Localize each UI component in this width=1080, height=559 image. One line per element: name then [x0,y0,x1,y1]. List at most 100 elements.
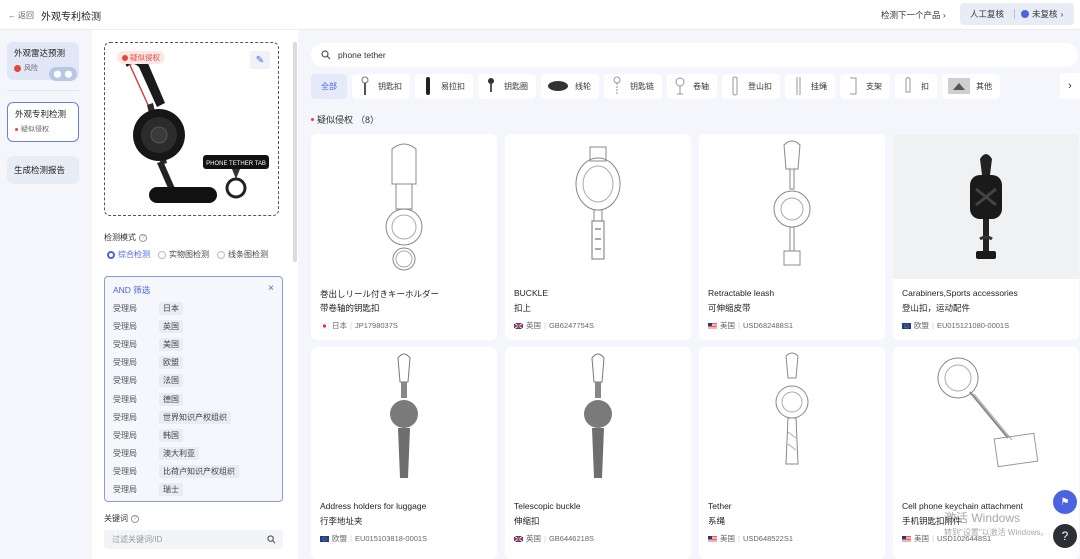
filter-row[interactable]: 受理局 韩国 [113,426,278,444]
filter-row[interactable]: 受理局 澳大利亚 [113,445,278,463]
risk-label: 风险 [24,65,38,72]
card-meta: 美国 | USD682488S1 [708,320,793,331]
category-tab[interactable]: 支架 [840,73,890,99]
radio-comprehensive[interactable]: 综合检测 [107,249,150,260]
category-label: 挂绳 [811,81,827,91]
category-label: 卷轴 [693,81,709,91]
watermark-line2: 转到"设置"以激活 Windows。 [944,528,1049,537]
category-label: 支架 [866,81,882,91]
radar-toggle[interactable]: ⬤ ⬤ [49,67,77,81]
keyword-input[interactable]: 过滤关键词/ID [104,530,283,549]
filter-row[interactable]: 受理局 欧盟 [113,354,278,372]
feedback-button[interactable]: ⚑ [1053,490,1077,514]
help-button[interactable]: ? [1053,524,1077,548]
category-label: 钥匙链 [630,81,654,91]
product-preview[interactable]: PHONE TETHER TAB 疑似侵权 ✎ [104,42,279,216]
category-tab[interactable]: 卷轴 [667,73,717,99]
category-tab[interactable]: 全部 [311,73,347,99]
card-meta: 日本 | JP1798037S [320,320,398,331]
review-status-dropdown[interactable]: 未复核 › [1015,8,1063,20]
divider: | [932,534,934,543]
category-label: 其他 [976,81,992,91]
help-icon[interactable]: ? [131,514,139,523]
suspect-badge: 疑似侵权 [117,51,165,64]
section-count: （8） [356,115,380,125]
result-card[interactable]: Carabiners,Sports accessories 登山扣，运动配件 欧… [893,134,1079,340]
magic-wand-button[interactable]: ✎ [250,51,270,69]
japan-flag-icon [320,322,329,329]
chevron-right-icon: › [1068,80,1072,92]
radio-unchecked-icon [158,250,166,259]
risk-dot-icon [14,64,21,72]
filter-row[interactable]: 受理局 瑞士 [113,481,278,499]
divider: | [350,534,352,543]
filter-row[interactable]: 受理局 美国 [113,335,278,353]
category-tab[interactable]: 挂绳 [785,73,835,99]
detect-mode-text: 检测模式 [104,233,136,242]
filter-row[interactable]: 受理局 英国 [113,317,278,335]
result-card[interactable]: Address holders for luggage 行李地址夹 欧盟 | EU… [311,347,497,559]
result-card[interactable]: Retractable leash 可伸缩皮带 美国 | USD682488S1 [699,134,885,340]
search-icon[interactable] [267,535,276,544]
filter-value: 韩国 [159,428,183,442]
card-patent-id: USD682488S1 [742,321,793,330]
radio-line-drawing[interactable]: 线条图检测 [217,249,268,260]
category-tab[interactable]: 扣 [895,73,937,99]
category-tab[interactable]: 登山扣 [722,73,780,99]
card-patent-id: GB6446218S [548,534,594,543]
category-tab[interactable]: 钥匙扣 [352,73,410,99]
patent-drawing [699,347,885,492]
lanyard-icon [791,76,805,96]
category-label: 全部 [321,81,337,91]
card-country: 欧盟 [332,534,347,543]
filter-key: 受理局 [113,394,137,404]
filter-value: 比荷卢知识产权组织 [159,465,239,479]
category-tab[interactable]: 线轮 [541,73,599,99]
card-subtitle: 伸缩扣 [514,516,540,526]
radio-photo[interactable]: 实物图检测 [158,249,209,260]
filter-row[interactable]: 受理局 法国 [113,372,278,390]
card-patent-id: JP1798037S [354,321,398,330]
filter-value: 法国 [159,374,183,388]
filter-row[interactable]: 受理局 世界知识产权组织 [113,408,278,426]
filter-row[interactable]: 受理局 德国 [113,390,278,408]
manual-review-button[interactable]: 人工复核 [960,8,1014,20]
category-tab[interactable]: 钥匙圈 [478,73,536,99]
nav-item-radar-prediction[interactable]: 外观雷达预测 风险 ⬤ ⬤ [7,42,79,81]
filter-value: 瑞士 [159,483,183,497]
category-label: 钥匙圈 [504,81,528,91]
infringe-indicator: 疑似侵权 [15,124,71,134]
divider: | [932,321,934,330]
scrollbar[interactable] [293,42,297,262]
result-card[interactable]: Telescopic buckle 伸缩扣 英国 | GB6446218S [505,347,691,559]
review-status-label: 未复核 [1032,9,1058,19]
card-subtitle: 行李地址夹 [320,516,363,526]
result-card[interactable]: Tether 系绳 美国 | USD648522S1 [699,347,885,559]
result-card[interactable]: 巻出しリール付きキーホルダー 带卷轴的钥匙扣 日本 | JP1798037S [311,134,497,340]
filter-key: 受理局 [113,430,137,440]
category-label: 易拉扣 [441,81,465,91]
back-label: 返回 [18,11,34,20]
result-card[interactable]: BUCKLE 扣上 英国 | GB6247754S [505,134,691,340]
filter-value: 德国 [159,392,183,406]
category-next-button[interactable]: › [1060,73,1080,99]
category-tab[interactable]: 钥匙链 [604,73,662,99]
back-link[interactable]: ← 返回 [8,10,34,21]
close-icon[interactable]: × [268,283,274,294]
nav-item-generate-report[interactable]: 生成检测报告 [7,156,79,184]
filter-row[interactable]: 受理局 日本 [113,299,278,317]
bullet-icon [311,118,314,121]
next-product-link[interactable]: 检测下一个产品 › [881,9,946,21]
card-subtitle: 系绳 [708,516,726,526]
filter-title: AND 筛选 [113,285,151,295]
search-bar[interactable]: phone tether [311,43,1078,67]
patent-drawing [505,134,691,279]
category-tab[interactable]: 易拉扣 [415,73,473,99]
category-label: 扣 [921,81,929,91]
filter-row[interactable]: 受理局 比荷卢知识产权组织 [113,463,278,481]
uk-flag-icon [514,535,523,542]
nav-item-patent-detection[interactable]: 外观专利检测 疑似侵权 [7,102,79,142]
category-tab[interactable]: 其他 [942,73,1000,99]
top-bar: ← 返回 外观专利检测 检测下一个产品 › 人工复核 未复核 › [0,0,1080,30]
help-icon[interactable]: ? [139,233,147,242]
